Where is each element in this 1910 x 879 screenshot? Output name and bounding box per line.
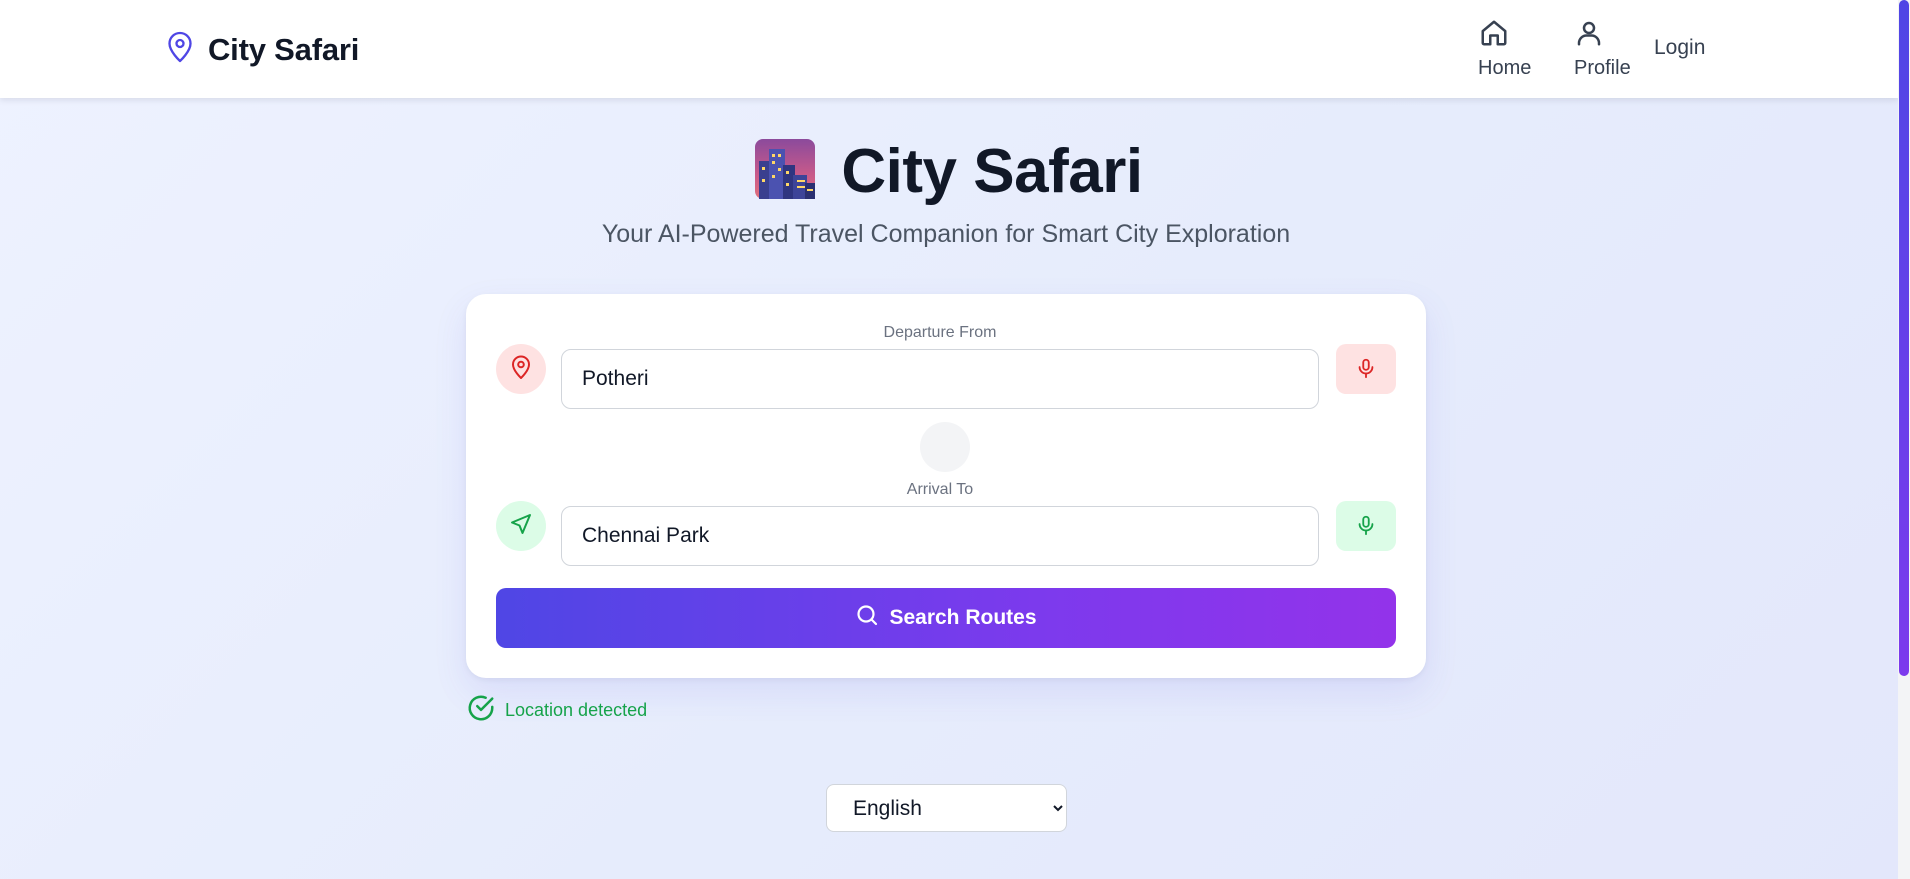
nav-home[interactable]: Home [1456, 18, 1531, 80]
nav-profile-label: Profile [1574, 57, 1631, 79]
arrival-marker [496, 501, 546, 551]
hero: City Safari [0, 136, 1898, 207]
nav-login[interactable]: Login [1654, 36, 1705, 60]
route-search-card: Departure From Arrival To [466, 294, 1426, 678]
page-scrollbar[interactable] [1898, 0, 1910, 879]
map-pin-icon [509, 354, 533, 385]
brand-logo[interactable]: City Safari [166, 30, 359, 69]
top-navbar: City Safari Home Profile Login [0, 0, 1898, 98]
page-title: City Safari [841, 137, 1143, 206]
search-routes-button[interactable]: Search Routes [496, 588, 1396, 648]
cityscape-icon [755, 139, 816, 204]
departure-voice-button[interactable] [1336, 344, 1396, 394]
scrollbar-thumb[interactable] [1899, 0, 1909, 676]
location-status: Location detected [466, 693, 647, 728]
arrival-voice-button[interactable] [1336, 501, 1396, 551]
nav-home-label: Home [1478, 57, 1532, 79]
page-subtitle: Your AI-Powered Travel Companion for Sma… [601, 220, 1291, 248]
swap-locations-button[interactable] [920, 422, 970, 472]
search-routes-label: Search Routes [889, 606, 1037, 629]
brand-title: City Safari [208, 31, 360, 67]
map-pin-icon [166, 30, 194, 69]
arrival-label: Arrival To [906, 481, 974, 498]
search-icon [855, 603, 879, 633]
home-icon [1479, 18, 1509, 54]
navigation-arrow-icon [509, 512, 533, 541]
microphone-icon [1355, 356, 1377, 383]
nav-profile[interactable]: Profile [1548, 18, 1631, 80]
user-icon [1574, 18, 1604, 54]
departure-input[interactable] [561, 349, 1319, 409]
departure-marker [496, 344, 546, 394]
departure-label: Departure From [883, 324, 997, 341]
location-status-text: Location detected [505, 700, 648, 720]
microphone-icon [1355, 513, 1377, 540]
arrival-input[interactable] [561, 506, 1319, 566]
check-circle-icon [466, 693, 496, 728]
language-select[interactable]: English [826, 784, 1067, 832]
